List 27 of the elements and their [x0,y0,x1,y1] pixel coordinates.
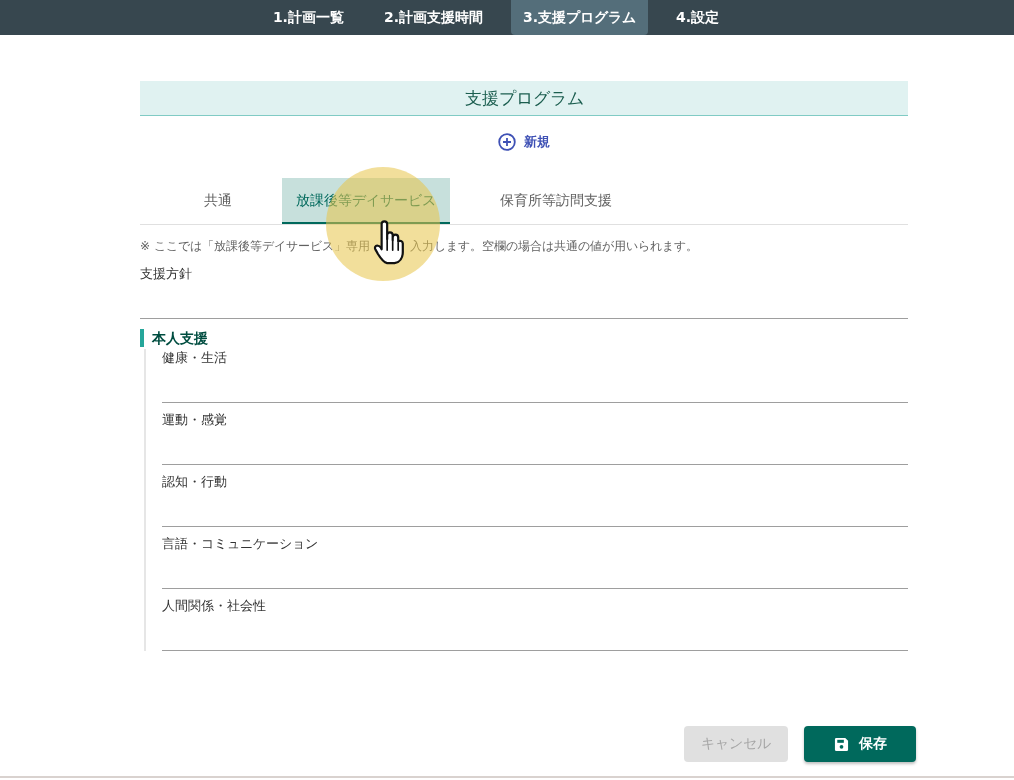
text-field[interactable]: 健康・生活 [162,349,908,403]
tab[interactable]: 保育所等訪問支援 [486,178,626,224]
step-tab[interactable]: 2.計画支援時間 [371,0,495,35]
step-tab[interactable]: 3.支援プログラム [511,0,649,35]
tab[interactable]: 放課後等デイサービス [282,178,450,224]
field-label: 人間関係・社会性 [162,597,266,615]
text-field[interactable]: 人間関係・社会性 [162,597,908,651]
tab[interactable]: 共通 [190,178,246,224]
field-label: 運動・感覚 [162,411,227,429]
text-field[interactable]: 認知・行動 [162,473,908,527]
new-button[interactable]: 新規 [488,126,560,158]
note-text: ※ ここでは「放課後等デイサービス」専用 [140,238,370,255]
field-label: 健康・生活 [162,349,227,367]
text-field[interactable]: 支援方針 [140,265,908,319]
note-text: 入力します。空欄の場合は共通の値が用いられます。 [409,238,698,255]
field-label: 支援方針 [140,265,192,283]
save-button[interactable]: 保存 [804,726,916,762]
field-label: 認知・行動 [162,473,227,491]
step-tab[interactable]: 1.計画一覧 [260,0,356,35]
field-label: 言語・コミュニケーション [162,535,318,553]
section-heading: 本人支援 [140,329,208,347]
text-field[interactable]: 言語・コミュニケーション [162,535,908,589]
text-field[interactable]: 運動・感覚 [162,411,908,465]
step-tab[interactable]: 4.設定 [664,0,732,35]
plus-circle-icon [498,133,516,151]
hand-cursor-icon [372,219,406,265]
panel-title: 支援プログラム [140,81,908,116]
